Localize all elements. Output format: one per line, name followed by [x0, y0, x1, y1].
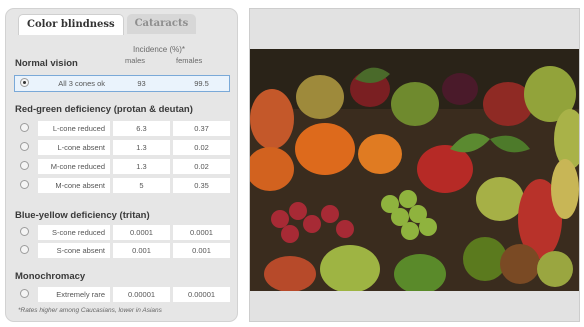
row-label: All 3 cones ok	[58, 79, 105, 88]
males-value: 0.001	[113, 243, 170, 258]
option-m-cone-reduced[interactable]: M-cone reduced 1.3 0.02	[14, 159, 230, 174]
radio-l-cone-reduced[interactable]	[20, 123, 29, 132]
males-value: 6.3	[113, 121, 170, 136]
option-m-cone-absent[interactable]: M-cone absent 5 0.35	[14, 178, 230, 193]
footnote: *Rates higher among Caucasians, lower in…	[18, 307, 162, 314]
females-column-header: females	[176, 56, 203, 65]
option-normal-vision[interactable]: All 3 cones ok 93 99.5	[14, 75, 230, 92]
simulation-image-frame	[249, 8, 580, 322]
row-label: S-cone reduced	[38, 225, 110, 240]
males-column-header: males	[125, 56, 146, 65]
tab-color-blindness[interactable]: Color blindness	[18, 14, 124, 35]
normal-vision-heading: Normal vision	[15, 58, 78, 69]
option-s-cone-reduced[interactable]: S-cone reduced 0.0001 0.0001	[14, 225, 230, 240]
row-label: S-cone absent	[38, 243, 110, 258]
radio-l-cone-absent[interactable]	[20, 142, 29, 151]
red-green-heading: Red-green deficiency (protan & deutan)	[15, 104, 193, 115]
radio-s-cone-reduced[interactable]	[20, 227, 29, 236]
males-value: 1.3	[113, 140, 170, 155]
radio-extremely-rare[interactable]	[20, 289, 29, 298]
blue-yellow-heading: Blue-yellow deficiency (tritan)	[15, 210, 150, 221]
radio-s-cone-absent[interactable]	[20, 245, 29, 254]
radio-normal-vision[interactable]	[20, 78, 29, 87]
females-value: 0.02	[173, 159, 230, 174]
row-label: Extremely rare	[38, 287, 110, 302]
option-s-cone-absent[interactable]: S-cone absent 0.001 0.001	[14, 243, 230, 258]
females-value: 0.0001	[173, 225, 230, 240]
row-label: L-cone absent	[38, 140, 110, 155]
tab-bar: Color blindness Cataracts	[18, 14, 199, 38]
males-value: 1.3	[113, 159, 170, 174]
row-label: M-cone reduced	[38, 159, 110, 174]
males-value: 5	[113, 178, 170, 193]
females-value: 0.02	[173, 140, 230, 155]
females-value: 0.37	[173, 121, 230, 136]
males-value: 93	[137, 79, 146, 88]
option-l-cone-reduced[interactable]: L-cone reduced 6.3 0.37	[14, 121, 230, 136]
option-extremely-rare[interactable]: Extremely rare 0.00001 0.00001	[14, 287, 230, 302]
fruit-photo	[250, 49, 579, 291]
incidence-header: Incidence (%)*	[133, 45, 186, 54]
radio-m-cone-reduced[interactable]	[20, 161, 29, 170]
females-value: 0.35	[173, 178, 230, 193]
tab-cataracts[interactable]: Cataracts	[126, 14, 197, 34]
males-value: 0.00001	[113, 287, 170, 302]
females-value: 0.00001	[173, 287, 230, 302]
males-value: 0.0001	[113, 225, 170, 240]
radio-m-cone-absent[interactable]	[20, 180, 29, 189]
females-value: 0.001	[173, 243, 230, 258]
row-label: M-cone absent	[38, 178, 110, 193]
females-value: 99.5	[194, 79, 209, 88]
row-label: L-cone reduced	[38, 121, 110, 136]
option-l-cone-absent[interactable]: L-cone absent 1.3 0.02	[14, 140, 230, 155]
monochromacy-heading: Monochromacy	[15, 271, 86, 282]
